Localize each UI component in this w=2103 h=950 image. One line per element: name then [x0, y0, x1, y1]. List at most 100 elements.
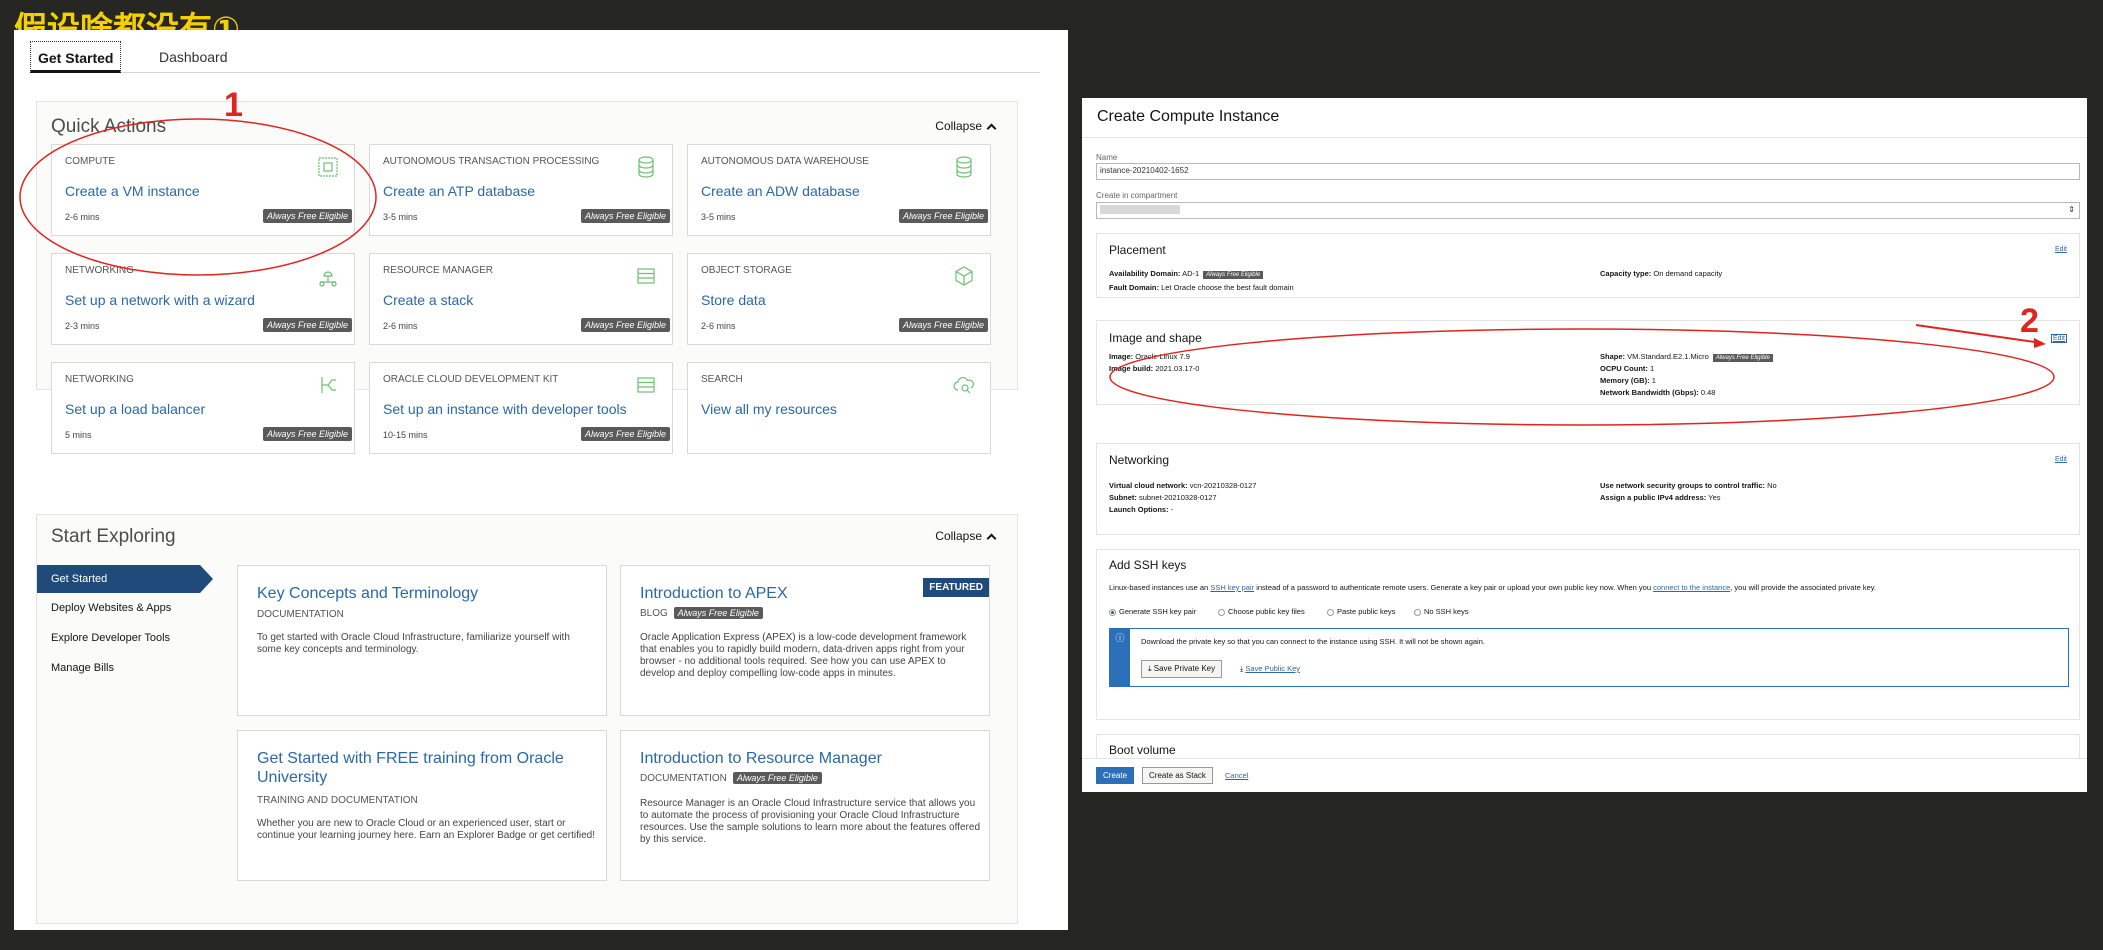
radio-selected-icon: [1109, 608, 1116, 616]
card-meta: TRAINING AND DOCUMENTATION: [257, 795, 418, 806]
explore-nav-developer-tools[interactable]: Explore Developer Tools: [51, 632, 170, 644]
radio-icon: [1327, 608, 1334, 616]
ssh-option-choose-files[interactable]: Choose public key files: [1218, 607, 1305, 616]
card-title[interactable]: Set up a network with a wizard: [65, 292, 255, 308]
card-meta-text: BLOG: [640, 608, 668, 619]
name-field[interactable]: instance-20210402-1652: [1096, 163, 2080, 180]
explore-nav-deploy[interactable]: Deploy Websites & Apps: [51, 602, 171, 614]
ssh-option-none[interactable]: No SSH keys: [1414, 607, 1469, 616]
start-exploring-title: Start Exploring: [51, 526, 176, 547]
capacity-type: Capacity type: On demand capacity: [1600, 269, 1723, 278]
always-free-badge: Always Free Eligible: [580, 427, 670, 441]
always-free-badge: Always Free Eligible: [898, 209, 988, 223]
card-category: OBJECT STORAGE: [701, 265, 792, 276]
boot-volume-section: Boot volume: [1096, 734, 2080, 758]
card-title[interactable]: Get Started with FREE training from Orac…: [257, 749, 597, 787]
ssh-keys-title: Add SSH keys: [1109, 558, 1187, 572]
tab-dashboard[interactable]: Dashboard: [152, 41, 235, 73]
featured-badge: FEATURED: [923, 578, 989, 597]
card-category: RESOURCE MANAGER: [383, 265, 494, 276]
card-title[interactable]: Introduction to APEX: [640, 584, 788, 603]
always-free-badge: Always Free Eligible: [898, 318, 988, 332]
quick-action-card-atp[interactable]: AUTONOMOUS TRANSACTION PROCESSING Create…: [369, 144, 673, 236]
collapse-label: Collapse: [935, 119, 982, 133]
quick-action-card-object-storage[interactable]: OBJECT STORAGE Store data 2-6 mins Alway…: [687, 253, 991, 345]
compartment-select[interactable]: ⇕: [1096, 202, 2080, 219]
card-time: 10-15 mins: [383, 430, 428, 440]
save-public-key-link[interactable]: ⤓ Save Public Key: [1240, 664, 1300, 674]
subnet: Subnet: subnet-20210328-0127: [1109, 493, 1217, 502]
card-description: Resource Manager is an Oracle Cloud Infr…: [640, 798, 981, 845]
start-exploring-collapse-button[interactable]: Collapse: [935, 529, 997, 544]
card-title[interactable]: Store data: [701, 292, 766, 308]
always-free-badge: Always Free Eligible: [732, 772, 822, 784]
name-label: Name: [1096, 153, 1118, 162]
select-arrows-icon: ⇕: [2068, 205, 2075, 214]
page-title: Create Compute Instance: [1097, 108, 1280, 125]
explore-nav-get-started[interactable]: Get Started: [37, 565, 213, 593]
create-as-stack-button[interactable]: Create as Stack: [1142, 767, 1213, 784]
explore-card-oracle-university[interactable]: Get Started with FREE training from Orac…: [237, 730, 607, 881]
annotation-ellipse-2: [1109, 324, 2055, 426]
connect-instance-link[interactable]: connect to the instance: [1653, 583, 1730, 592]
quick-action-card-devkit[interactable]: ORACLE CLOUD DEVELOPMENT KIT Set up an i…: [369, 362, 673, 454]
create-button[interactable]: Create: [1096, 767, 1135, 784]
networking-title: Networking: [1109, 453, 1170, 467]
card-time: 3-5 mins: [701, 212, 736, 222]
redacted-compartment: [1100, 205, 1180, 214]
collapse-label: Collapse: [935, 529, 982, 543]
quick-action-card-stack[interactable]: RESOURCE MANAGER Create a stack 2-6 mins…: [369, 253, 673, 345]
quick-action-card-load-balancer[interactable]: NETWORKING Set up a load balancer 5 mins…: [51, 362, 355, 454]
card-meta: DOCUMENTATION: [257, 609, 344, 620]
database-icon: [956, 156, 972, 178]
card-title[interactable]: Set up a load balancer: [65, 401, 205, 417]
cancel-link[interactable]: Cancel: [1225, 771, 1248, 780]
save-private-key-button[interactable]: ⤓ Save Private Key: [1141, 660, 1223, 678]
ssh-description: Linux-based instances use an SSH key pai…: [1109, 583, 1877, 592]
explore-card-key-concepts[interactable]: Key Concepts and Terminology DOCUMENTATI…: [237, 565, 607, 716]
chevron-up-icon: [986, 123, 997, 134]
tab-get-started[interactable]: Get Started: [30, 41, 122, 73]
always-free-badge: Always Free Eligible: [262, 427, 352, 441]
footer-bar: Create Create as Stack Cancel: [1082, 758, 2087, 792]
explore-nav-manage-bills[interactable]: Manage Bills: [51, 662, 114, 674]
ssh-key-pair-link[interactable]: SSH key pair: [1210, 583, 1254, 592]
ssh-option-paste[interactable]: Paste public keys: [1327, 607, 1395, 616]
ssh-option-generate[interactable]: Generate SSH key pair: [1109, 607, 1196, 616]
card-description: Whether you are new to Oracle Cloud or a…: [257, 818, 595, 841]
card-title[interactable]: Set up an instance with developer tools: [383, 401, 627, 417]
card-category: NETWORKING: [65, 374, 134, 385]
compartment-label: Create in compartment: [1096, 191, 1178, 200]
tab-bar: Get Started Dashboard: [30, 41, 1040, 73]
card-title[interactable]: Create an ATP database: [383, 183, 535, 199]
cube-icon: [955, 266, 973, 286]
card-title[interactable]: Key Concepts and Terminology: [257, 584, 478, 603]
radio-icon: [1414, 608, 1421, 616]
card-title[interactable]: Create an ADW database: [701, 183, 860, 199]
database-icon: [638, 156, 654, 178]
card-category: SEARCH: [701, 374, 743, 385]
always-free-badge: Always Free Eligible: [580, 209, 670, 223]
card-title[interactable]: Create a stack: [383, 292, 473, 308]
card-category: ORACLE CLOUD DEVELOPMENT KIT: [383, 374, 559, 385]
card-meta: DOCUMENTATION Always Free Eligible: [640, 772, 822, 784]
networking-edit-link[interactable]: Edit: [2055, 456, 2067, 463]
networking-section: Networking Edit Virtual cloud network: v…: [1096, 443, 2080, 535]
card-title[interactable]: Introduction to Resource Manager: [640, 749, 882, 768]
launch-options: Launch Options: -: [1109, 505, 1174, 514]
placement-edit-link[interactable]: Edit: [2055, 246, 2067, 253]
card-time: 2-3 mins: [65, 321, 100, 331]
quick-actions-collapse-button[interactable]: Collapse: [935, 119, 997, 134]
card-time: 5 mins: [65, 430, 92, 440]
explore-card-apex[interactable]: Introduction to APEX BLOG Always Free Eli…: [620, 565, 990, 716]
divider: [1082, 137, 2087, 138]
card-category: AUTONOMOUS DATA WAREHOUSE: [701, 156, 869, 167]
public-ipv4: Assign a public IPv4 address: Yes: [1600, 493, 1721, 502]
card-title[interactable]: View all my resources: [701, 401, 837, 417]
explore-card-resource-manager[interactable]: Introduction to Resource Manager DOCUMEN…: [620, 730, 990, 881]
quick-action-card-search[interactable]: SEARCH View all my resources: [687, 362, 991, 454]
placement-section: Placement Edit Availability Domain: AD-1…: [1096, 233, 2080, 298]
info-text: Download the private key so that you can…: [1141, 637, 1485, 646]
card-meta-text: DOCUMENTATION: [640, 773, 727, 784]
quick-action-card-adw[interactable]: AUTONOMOUS DATA WAREHOUSE Create an ADW …: [687, 144, 991, 236]
